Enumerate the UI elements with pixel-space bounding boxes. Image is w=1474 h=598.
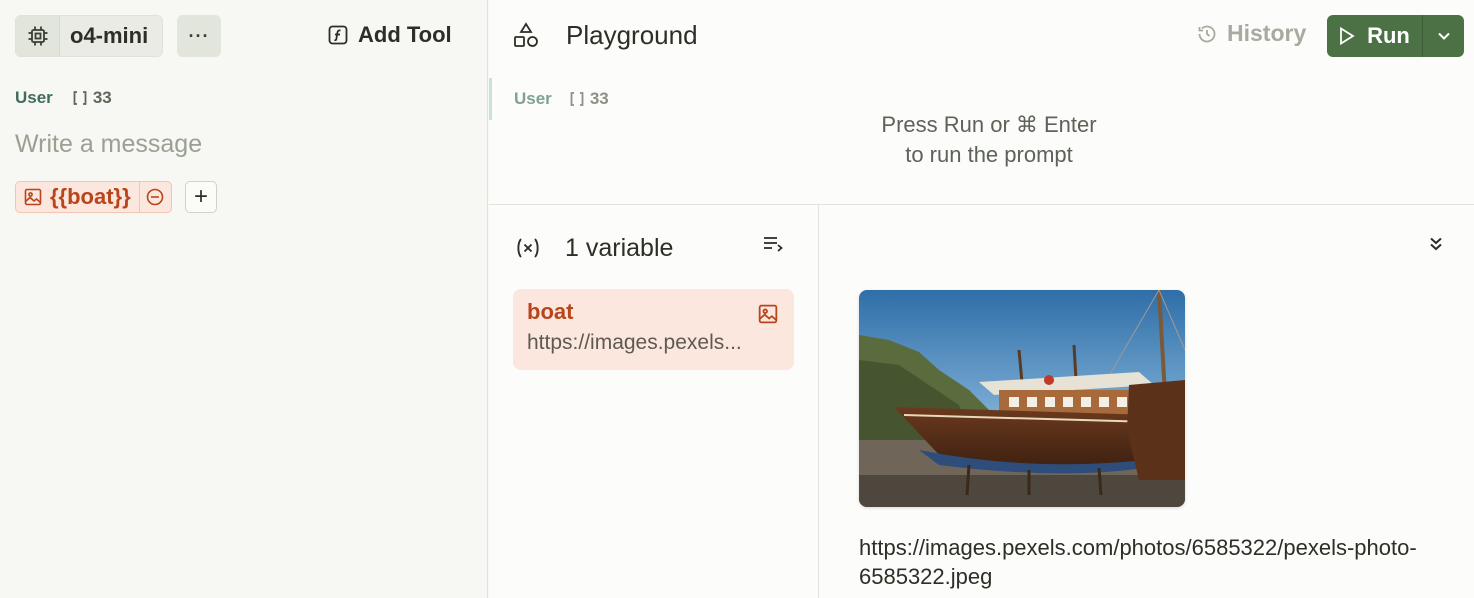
variable-chip[interactable]: {{boat}} — [15, 181, 172, 213]
chevron-down-icon — [1437, 32, 1450, 40]
divider — [818, 205, 819, 598]
playground-header: Playground History Run — [489, 0, 1474, 72]
variable-image-preview — [859, 290, 1185, 507]
image-url[interactable]: https://images.pexels.com/photos/6585322… — [859, 533, 1439, 591]
response-role-row: User 33 — [489, 78, 789, 120]
variable-card-boat[interactable]: boat https://images.pexels... — [513, 289, 794, 370]
model-name: o4-mini — [70, 23, 149, 48]
shapes-icon — [514, 22, 538, 47]
history-button[interactable]: History — [1197, 20, 1306, 47]
collapse-icon[interactable] — [1429, 236, 1443, 252]
run-hint-line2: to run the prompt — [905, 142, 1073, 167]
image-icon — [16, 182, 50, 212]
variable-count: 1 variable — [565, 233, 674, 262]
variable-value: https://images.pexels... — [527, 331, 742, 354]
bulk-edit-icon[interactable] — [763, 236, 783, 252]
brackets-icon — [73, 91, 87, 105]
add-tool-label: Add Tool — [358, 22, 452, 47]
divider — [489, 204, 1474, 205]
add-tool-button[interactable]: Add Tool — [328, 20, 452, 50]
run-button[interactable]: Run — [1327, 15, 1422, 57]
run-hint: Press Run or ⌘ Enter to run the prompt — [789, 110, 1189, 170]
message-input[interactable]: Write a message — [15, 130, 202, 159]
run-hint-line1: Press Run or ⌘ Enter — [881, 112, 1097, 137]
chip-icon — [16, 16, 60, 56]
variables-header: 1 variable — [513, 232, 783, 264]
function-icon — [328, 25, 348, 45]
play-icon — [1340, 27, 1355, 45]
role-label[interactable]: User — [15, 88, 53, 108]
prompt-editor-panel: o4-mini ··· Add Tool User 33 Write a mes… — [0, 0, 488, 598]
response-role-label: User — [514, 89, 552, 108]
remove-variable-icon[interactable] — [138, 182, 171, 212]
history-icon — [1198, 25, 1216, 42]
model-selector[interactable]: o4-mini — [15, 15, 163, 57]
playground-panel: Playground History Run User 33 Press Run… — [489, 0, 1474, 598]
variable-chip-label: {{boat}} — [50, 184, 131, 209]
image-icon — [758, 304, 778, 324]
add-content-button[interactable]: + — [185, 181, 217, 213]
run-button-group: Run — [1327, 15, 1464, 57]
token-count: 33 — [73, 88, 112, 108]
response-token-count: 33 — [570, 89, 609, 109]
run-options-dropdown[interactable] — [1422, 15, 1464, 57]
variable-x-icon — [517, 238, 539, 258]
variable-name: boat — [527, 299, 574, 324]
more-options-button[interactable]: ··· — [177, 15, 221, 57]
brackets-icon — [570, 92, 584, 106]
message-role-row: User 33 — [15, 88, 112, 108]
page-title: Playground — [566, 20, 698, 50]
